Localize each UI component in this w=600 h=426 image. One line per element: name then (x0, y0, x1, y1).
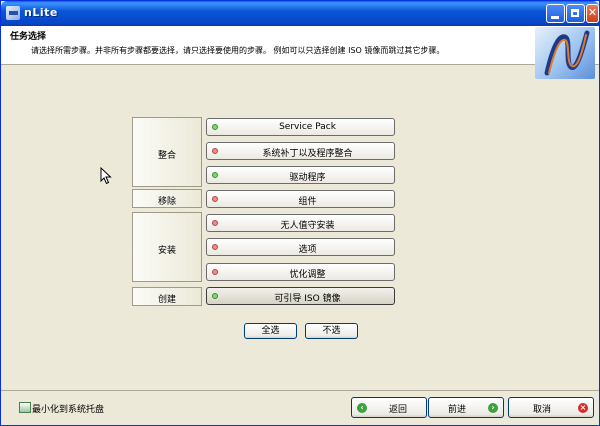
group-create: 创建 (132, 287, 202, 306)
window-title: nLite (24, 6, 58, 19)
tray-icon (19, 402, 31, 413)
step-label: 无人值守安装 (280, 221, 335, 231)
maximize-button[interactable] (566, 4, 585, 23)
close-icon: ✕ (587, 6, 598, 19)
minimize-button[interactable] (546, 4, 565, 23)
step-unattended[interactable]: 无人值守安装 (206, 214, 395, 232)
status-dot-icon (212, 244, 218, 250)
back-button[interactable]: ‹ 返回 (351, 397, 427, 418)
back-label: 返回 (388, 405, 407, 415)
step-components[interactable]: 组件 (206, 190, 395, 208)
tray-label: 最小化到系统托盘 (32, 405, 105, 415)
back-arrow-icon: ‹ (357, 403, 367, 413)
status-dot-icon (212, 148, 218, 154)
status-dot-icon (212, 269, 218, 275)
step-bootable-iso[interactable]: 可引导 ISO 镜像 (206, 287, 395, 305)
next-button[interactable]: 前进 › (428, 397, 504, 418)
mouse-cursor-icon (100, 166, 112, 189)
step-tweaks[interactable]: 忧化调整 (206, 263, 395, 281)
app-icon[interactable] (6, 6, 20, 20)
group-label: 移除 (157, 197, 176, 207)
group-label: 整合 (157, 151, 176, 161)
footer-divider (1, 390, 599, 391)
status-dot-icon (212, 172, 218, 178)
title-bar[interactable]: nLite ✕ (1, 1, 599, 26)
step-label: 忧化调整 (289, 270, 326, 280)
status-dot-icon (212, 196, 218, 202)
select-none-button[interactable]: 不选 (305, 323, 358, 339)
page-description: 请选择所需步骤。并非所有步骤都要选择，请只选择要使用的步骤。 例如可以只选择创建… (31, 46, 445, 55)
group-install: 安装 (132, 212, 202, 282)
status-dot-icon (212, 220, 218, 226)
maximize-icon (571, 9, 579, 17)
page-title: 任务选择 (10, 32, 47, 42)
close-button[interactable]: ✕ (586, 4, 599, 23)
step-hotfixes-updates[interactable]: 系统补丁以及程序整合 (206, 142, 395, 160)
step-label: 选项 (298, 245, 317, 255)
group-integrate: 整合 (132, 117, 202, 187)
nlite-window: nLite ✕ 任务选择 请选择所需步骤。并非所有步骤都要选择，请只选择要使用的… (0, 0, 600, 426)
step-label: 组件 (298, 197, 317, 207)
cancel-label: 取消 (532, 405, 551, 415)
step-label: Service Pack (279, 122, 336, 132)
minimize-icon (551, 16, 559, 19)
cancel-x-icon: × (578, 403, 588, 413)
group-remove: 移除 (132, 189, 202, 208)
page-header: 任务选择 请选择所需步骤。并非所有步骤都要选择，请只选择要使用的步骤。 例如可以… (1, 26, 599, 79)
step-service-pack[interactable]: Service Pack (206, 118, 395, 136)
nlite-logo-icon (535, 27, 595, 79)
next-arrow-icon: › (488, 403, 498, 413)
step-label: 驱动程序 (289, 173, 326, 183)
status-dot-icon (212, 124, 218, 130)
status-dot-icon (212, 293, 218, 299)
select-all-button[interactable]: 全选 (244, 323, 297, 339)
group-label: 安装 (157, 246, 176, 256)
next-label: 前进 (447, 405, 466, 415)
step-options[interactable]: 选项 (206, 238, 395, 256)
step-label: 系统补丁以及程序整合 (262, 149, 353, 159)
step-label: 可引导 ISO 镜像 (274, 294, 341, 304)
group-label: 创建 (157, 295, 176, 305)
cancel-button[interactable]: 取消 × (508, 397, 594, 418)
step-drivers[interactable]: 驱动程序 (206, 166, 395, 184)
